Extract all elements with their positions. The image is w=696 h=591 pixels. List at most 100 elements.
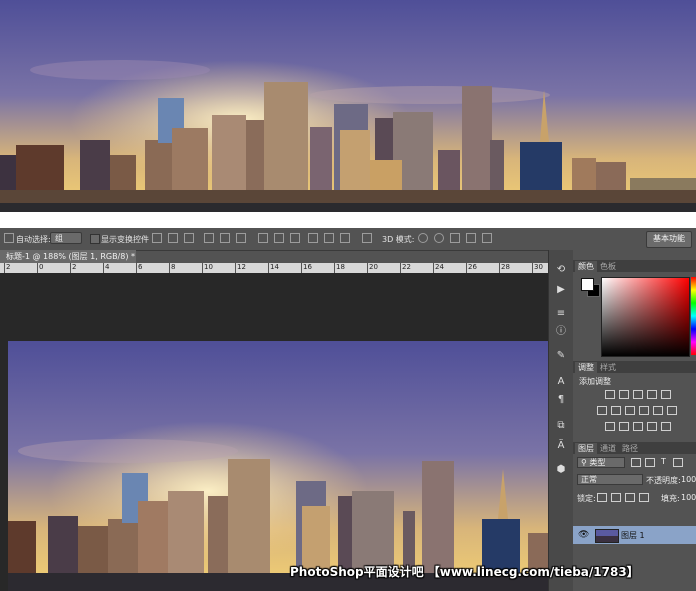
lock-image-icon[interactable] [611, 493, 621, 502]
photo-filter-icon[interactable] [639, 406, 649, 415]
character-icon[interactable]: A [555, 376, 567, 388]
auto-select-dropdown[interactable]: 组 [50, 232, 82, 244]
tab-swatches[interactable]: 色板 [597, 261, 619, 272]
black-white-icon[interactable] [625, 406, 635, 415]
lock-transparent-icon[interactable] [597, 493, 607, 502]
watermark-text: PhotoShop平面设计吧 【www.linecg.com/tieba/178… [290, 565, 639, 579]
color-lookup-icon[interactable] [667, 406, 677, 415]
brightness-icon[interactable] [605, 390, 615, 399]
lock-position-icon[interactable] [625, 493, 635, 502]
tab-adjustments[interactable]: 调整 [575, 362, 597, 373]
ruler-tick [136, 263, 137, 273]
tab-styles[interactable]: 样式 [597, 362, 619, 373]
vibrance-icon[interactable] [661, 390, 671, 399]
3d-scale-icon[interactable] [482, 233, 492, 243]
channel-mixer-icon[interactable] [653, 406, 663, 415]
color-picker-field[interactable] [601, 277, 690, 357]
distribute-vcenter-icon[interactable] [274, 233, 284, 243]
ruler-number: 10 [204, 263, 213, 271]
align-hcenter-icon[interactable] [220, 233, 230, 243]
show-transform-checkbox[interactable] [90, 234, 100, 244]
tab-layers[interactable]: 图层 [575, 443, 597, 454]
3d-pan-icon[interactable] [450, 233, 460, 243]
actions-icon[interactable]: ▶ [555, 284, 567, 296]
distribute-top-icon[interactable] [258, 233, 268, 243]
ruler-number: 4 [105, 263, 110, 271]
ruler-tick [400, 263, 401, 273]
auto-select-label: 自动选择: [16, 235, 51, 244]
align-top-icon[interactable] [152, 233, 162, 243]
threshold-icon[interactable] [633, 422, 643, 431]
ruler-tick [268, 263, 269, 273]
ruler-tick [466, 263, 467, 273]
filter-adjustment-icon[interactable] [645, 458, 655, 467]
align-bottom-icon[interactable] [184, 233, 194, 243]
ruler-number: 2 [6, 263, 11, 271]
options-bar: 自动选择: 组 显示变换控件 3D 模式: 基本功能 [0, 228, 696, 251]
fill-label: 填充: [661, 494, 680, 503]
ruler-tick [235, 263, 236, 273]
selective-color-icon[interactable] [647, 422, 657, 431]
lock-all-icon[interactable] [639, 493, 649, 502]
workspace-button[interactable]: 基本功能 [646, 231, 692, 248]
brush-presets-icon[interactable]: ✎ [555, 350, 567, 362]
auto-select-value: 组 [55, 234, 63, 243]
distribute-hcenter-icon[interactable] [324, 233, 334, 243]
3d-slide-icon[interactable] [466, 233, 476, 243]
3d-icon[interactable]: ⬢ [555, 464, 567, 476]
hue-slider[interactable] [691, 277, 696, 355]
opacity-label: 不透明度: [646, 476, 681, 485]
fill-value[interactable]: 100% [681, 493, 696, 502]
distribute-left-icon[interactable] [308, 233, 318, 243]
hue-saturation-icon[interactable] [597, 406, 607, 415]
tab-paths[interactable]: 路径 [619, 443, 641, 454]
layer-kind-filter[interactable]: ⚲ 类型 [577, 457, 625, 468]
move-tool-icon[interactable] [4, 233, 14, 243]
ruler-number: 6 [138, 263, 143, 271]
add-adjustment-label: 添加调整 [579, 377, 611, 386]
levels-icon[interactable] [619, 390, 629, 399]
auto-align-icon[interactable] [362, 233, 372, 243]
color-panel-tabs: 颜色 色板 [573, 260, 696, 272]
posterize-icon[interactable] [619, 422, 629, 431]
filter-shape-icon[interactable] [673, 458, 683, 467]
opacity-value[interactable]: 100% [681, 475, 696, 484]
distribute-right-icon[interactable] [340, 233, 350, 243]
properties-icon[interactable]: ≡ [555, 308, 567, 320]
clone-source-icon[interactable]: ⧉ [555, 420, 567, 432]
filter-pixel-icon[interactable] [631, 458, 641, 467]
color-balance-icon[interactable] [611, 406, 621, 415]
filter-type-icon[interactable]: T [661, 457, 666, 466]
info-icon[interactable]: ⓘ [555, 326, 567, 338]
3d-roll-icon[interactable] [434, 233, 444, 243]
invert-icon[interactable] [605, 422, 615, 431]
history-icon[interactable]: ⟲ [555, 264, 567, 276]
document-tab[interactable]: 标题-1 @ 188% (图层 1, RGB/8) * [0, 250, 136, 263]
ruler-number: 30 [534, 263, 543, 271]
align-left-icon[interactable] [204, 233, 214, 243]
3d-mode-label: 3D 模式: [382, 235, 415, 244]
ruler-number: 16 [303, 263, 312, 271]
layer-row[interactable]: 👁 图层 1 [573, 526, 696, 544]
ruler-tick [70, 263, 71, 273]
curves-icon[interactable] [633, 390, 643, 399]
paragraph-icon[interactable]: ¶ [555, 394, 567, 406]
tab-color[interactable]: 颜色 [575, 261, 597, 272]
layer-thumbnail [595, 529, 619, 543]
gradient-map-icon[interactable] [661, 422, 671, 431]
tab-channels[interactable]: 通道 [597, 443, 619, 454]
align-vcenter-icon[interactable] [168, 233, 178, 243]
ruler-number: 28 [501, 263, 510, 271]
layer-name[interactable]: 图层 1 [621, 530, 645, 541]
canvas-image[interactable] [8, 341, 548, 591]
align-right-icon[interactable] [236, 233, 246, 243]
ruler-number: 18 [336, 263, 345, 271]
distribute-bottom-icon[interactable] [290, 233, 300, 243]
foreground-color-swatch[interactable] [581, 278, 594, 291]
eye-icon[interactable]: 👁 [578, 530, 589, 540]
3d-rotate-icon[interactable] [418, 233, 428, 243]
ruler-tick [4, 263, 5, 273]
blend-mode-dropdown[interactable]: 正常 [577, 474, 643, 485]
exposure-icon[interactable] [647, 390, 657, 399]
glyphs-icon[interactable]: Ä [555, 440, 567, 452]
